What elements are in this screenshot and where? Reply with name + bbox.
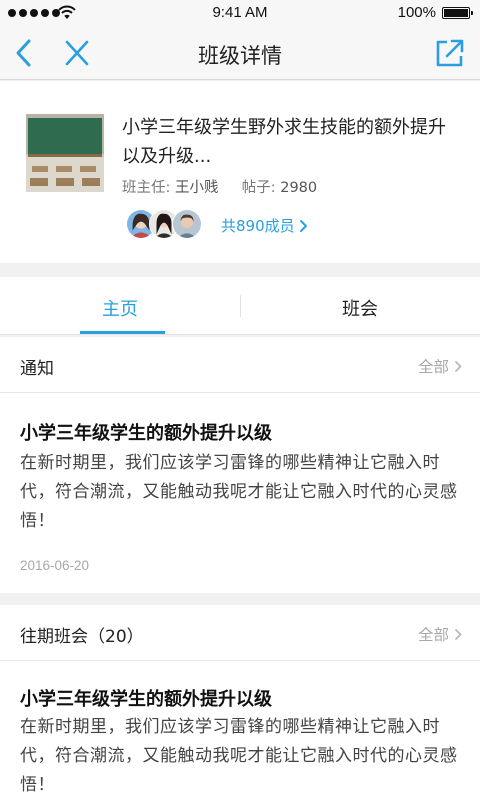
battery-icon: [442, 7, 473, 19]
notice-post-body: 在新时期里，我们应该学习雷锋的哪些精神让它融入时代，符合潮流，又能触动我呢才能让…: [20, 453, 458, 531]
notice-section: 通知 全部 小学三年级学生的额外提升以级 在新时期里，我们应该学习雷锋的哪些精神…: [0, 337, 480, 593]
chevron-right-icon: [455, 361, 462, 372]
class-name: 小学三年级学生野外求生技能的额外提升以及升级...: [122, 117, 446, 167]
share-icon[interactable]: [432, 36, 468, 70]
battery-percent: 100%: [397, 4, 436, 21]
posts-label: 帖子:: [241, 180, 276, 196]
members-count: 共890成员: [221, 217, 295, 235]
past-meetings-more-label: 全部: [417, 626, 449, 644]
past-meetings-header: 往期班会（20） 全部: [0, 605, 480, 661]
class-cover-image: [26, 114, 104, 192]
active-tab-indicator: [80, 331, 165, 334]
past-meetings-section: 往期班会（20） 全部 小学三年级学生的额外提升以级 在新时期里，我们应该学习雷…: [0, 605, 480, 800]
notice-title: 通知: [20, 359, 54, 379]
members-link[interactable]: 共890成员: [221, 215, 308, 236]
notice-post-title[interactable]: 小学三年级学生的额外提升以级: [20, 419, 465, 445]
notice-more-label: 全部: [417, 358, 449, 376]
tab-meeting[interactable]: 班会: [240, 277, 480, 335]
close-icon[interactable]: [60, 36, 94, 70]
notice-more-link[interactable]: 全部: [418, 355, 462, 377]
past-meetings-more-link[interactable]: 全部: [418, 623, 462, 645]
teacher-label: 班主任:: [122, 180, 171, 196]
tab-bar: 主页 班会: [0, 277, 480, 335]
past-meetings-title: 往期班会（20）: [20, 627, 144, 647]
notice-header: 通知 全部: [0, 337, 480, 393]
class-meta: 班主任: 王小贱 帖子: 2980: [122, 176, 317, 197]
nav-bar: 班级详情: [0, 26, 480, 80]
back-arrow-icon[interactable]: [8, 36, 40, 70]
meeting-post-title[interactable]: 小学三年级学生的额外提升以级: [20, 685, 465, 711]
chevron-right-icon: [299, 220, 307, 232]
meeting-post-body: 在新时期里，我们应该学习雷锋的哪些精神让它融入时代，符合潮流，又能触动我呢才能让…: [20, 717, 458, 795]
member-avatars[interactable]: [126, 209, 206, 239]
teacher-name: 王小贱: [175, 180, 219, 196]
status-bar: 9:41 AM 100%: [0, 0, 480, 26]
posts-count: 2980: [280, 180, 318, 196]
notice-post-date: 2016-06-20: [20, 558, 90, 573]
chevron-right-icon: [455, 629, 462, 640]
avatar: [172, 209, 202, 239]
tab-home[interactable]: 主页: [0, 277, 240, 335]
class-info-card: 小学三年级学生野外求生技能的额外提升以及升级... 班主任: 王小贱 帖子: 2…: [0, 81, 480, 263]
